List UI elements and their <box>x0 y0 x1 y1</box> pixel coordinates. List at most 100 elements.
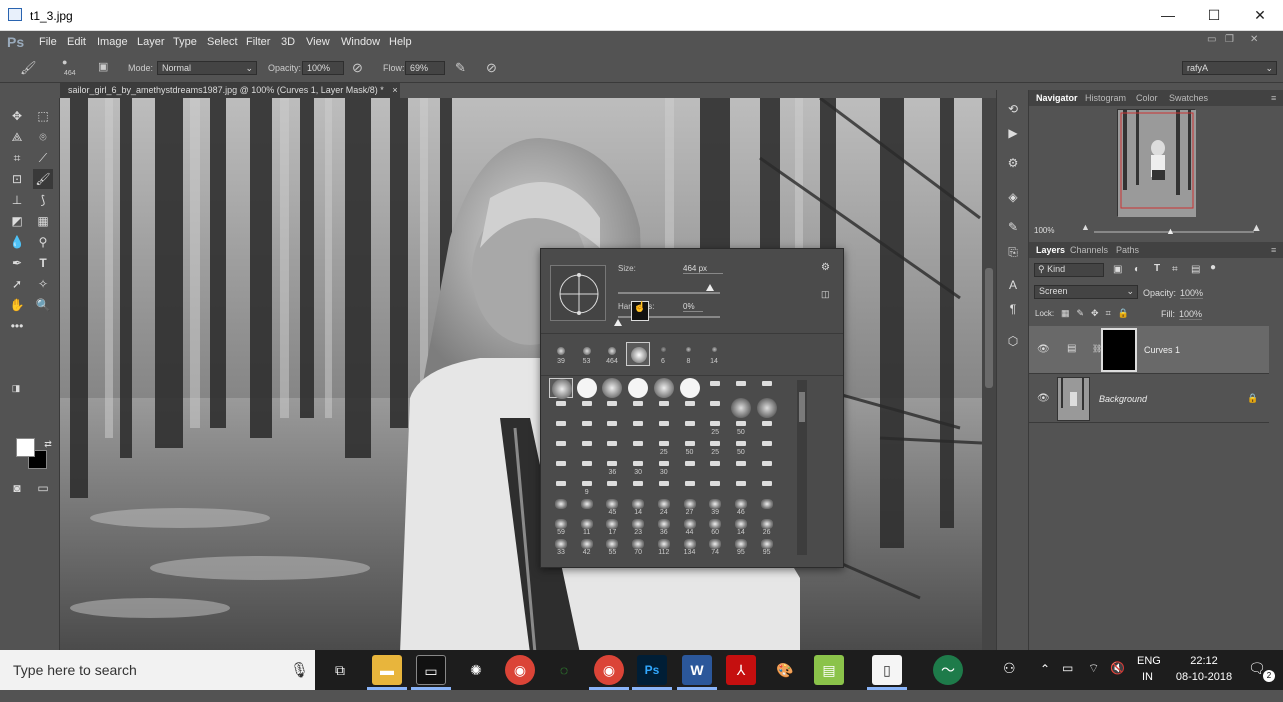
brush-tip[interactable]: 45 <box>600 498 624 518</box>
volume-mute-icon[interactable]: 🔇 <box>1110 661 1125 701</box>
minimize-button[interactable]: — <box>1145 0 1191 31</box>
filter-toggle-icon[interactable]: ● <box>1210 262 1216 273</box>
menu-layer[interactable]: Layer <box>137 36 165 48</box>
charts-app-icon[interactable]: ▤ <box>814 655 844 685</box>
eyedropper-tool-icon[interactable]: ⟋ <box>33 148 53 168</box>
brush-tool-icon-active[interactable]: 🖌 <box>33 169 53 189</box>
web-app-icon[interactable]: ✺ <box>461 655 491 685</box>
doc-close-icon[interactable]: ✕ <box>1250 34 1258 45</box>
opacity-input[interactable]: 100% <box>302 61 344 75</box>
brush-tip[interactable] <box>600 378 624 398</box>
brush-tip[interactable]: 36 <box>652 518 676 538</box>
brush-tool-icon[interactable]: 🖌 <box>20 60 37 76</box>
brush-tip[interactable] <box>575 378 599 398</box>
tab-color[interactable]: Color <box>1136 93 1158 103</box>
gear-icon[interactable]: ⚙ <box>821 262 830 273</box>
brush-tip[interactable] <box>549 398 573 418</box>
brush-tip[interactable] <box>549 458 573 478</box>
brush-tip[interactable] <box>652 398 676 418</box>
filter-adjust-icon[interactable]: ◐ <box>1134 264 1140 275</box>
sync-app-icon[interactable]: ◌ <box>549 655 579 685</box>
brush-tip[interactable]: 46 <box>729 498 753 518</box>
recent-brush-tip[interactable] <box>625 342 650 366</box>
doc-minimize-icon[interactable]: ▭ <box>1207 34 1216 45</box>
menu-filter[interactable]: Filter <box>246 36 270 48</box>
zoom-tool-icon[interactable]: 🔍 <box>33 295 53 315</box>
brush-tip[interactable] <box>678 478 702 498</box>
recent-brush-tip[interactable]: 464 <box>600 342 624 366</box>
brush-tip[interactable]: 59 <box>549 518 573 538</box>
hardness-slider-handle[interactable] <box>614 319 622 326</box>
brush-tip[interactable] <box>600 438 624 458</box>
monitor-app-icon[interactable]: 〜 <box>933 655 963 685</box>
brush-tip[interactable]: 42 <box>575 538 599 558</box>
visibility-icon[interactable]: 👁 <box>1037 344 1050 355</box>
panel-menu-icon[interactable]: ≡ <box>1271 93 1276 103</box>
eraser-tool-icon[interactable]: ◩ <box>7 211 27 231</box>
zoom-out-icon[interactable]: ▲ <box>1081 222 1090 232</box>
type-tool-icon[interactable]: T <box>33 253 53 273</box>
brush-tip[interactable] <box>626 478 650 498</box>
tray-expand-icon[interactable]: ⌃ <box>1040 662 1050 702</box>
actions-icon[interactable]: ▶ <box>1005 126 1021 142</box>
brush-tip[interactable]: 55 <box>600 538 624 558</box>
brush-tip[interactable]: 27 <box>678 498 702 518</box>
document-close-icon[interactable]: × <box>392 85 397 95</box>
brush-tip[interactable]: 23 <box>626 518 650 538</box>
3d-icon[interactable]: ⬡ <box>1005 334 1021 350</box>
gradient-tool-icon[interactable]: ▦ <box>33 211 53 231</box>
menu-window[interactable]: Window <box>341 36 380 48</box>
shape-tool-icon[interactable]: ✧ <box>33 274 53 294</box>
menu-view[interactable]: View <box>306 36 330 48</box>
path-select-icon[interactable]: ➚ <box>7 274 27 294</box>
zoom-slider-handle[interactable]: ▲ <box>1166 226 1175 236</box>
brush-list-scrollbar[interactable] <box>797 380 807 555</box>
brush-tip[interactable] <box>626 438 650 458</box>
brush-tip[interactable] <box>575 418 599 438</box>
microphone-icon[interactable]: 🎙 <box>290 661 309 679</box>
hand-tool-icon[interactable]: ✋ <box>7 295 27 315</box>
menu-select[interactable]: Select <box>207 36 238 48</box>
brush-tip[interactable]: 26 <box>755 518 779 538</box>
quick-mask-icon[interactable]: ◙ <box>7 478 27 498</box>
people-icon[interactable]: ⚇ <box>1003 660 1016 700</box>
brush-tip[interactable] <box>678 458 702 478</box>
scroll-thumb[interactable] <box>985 268 993 388</box>
brush-tip[interactable] <box>549 378 573 399</box>
blur-tool-icon[interactable]: 💧 <box>7 232 27 252</box>
dodge-tool-icon[interactable]: ⚲ <box>33 232 53 252</box>
pressure-size-icon[interactable]: ⊘ <box>486 60 497 76</box>
brush-tip[interactable]: 36 <box>600 458 624 478</box>
canvas-vertical-scrollbar[interactable] <box>982 98 996 653</box>
lock-icons[interactable]: ▦✎✥⌗🔒 <box>1061 308 1136 319</box>
doc-restore-icon[interactable]: ❐ <box>1225 34 1234 45</box>
layer-filter-kind[interactable]: ⚲ Kind <box>1034 263 1104 277</box>
tab-layers[interactable]: Layers <box>1036 245 1065 255</box>
size-slider-track[interactable] <box>618 292 720 294</box>
brush-tip[interactable]: 95 <box>755 538 779 558</box>
paint-icon[interactable]: 🎨 <box>770 655 800 685</box>
taskbar-search-box[interactable]: Type here to search 🎙 <box>0 650 315 690</box>
word-icon[interactable]: W <box>682 655 712 685</box>
tab-paths[interactable]: Paths <box>1116 245 1139 255</box>
brush-tip[interactable]: 25 <box>703 418 727 438</box>
brush-tip[interactable]: 25 <box>703 438 727 458</box>
tab-swatches[interactable]: Swatches <box>1169 93 1208 103</box>
brush-tip[interactable] <box>626 418 650 438</box>
brush-tip[interactable] <box>549 478 573 498</box>
brush-tip[interactable]: 74 <box>703 538 727 558</box>
paragraph-icon[interactable]: ¶ <box>1005 302 1021 318</box>
brush-tip[interactable]: 44 <box>678 518 702 538</box>
brush-tip[interactable] <box>755 398 779 418</box>
brush-tip[interactable]: 9 <box>575 478 599 498</box>
new-preset-icon[interactable]: ◫ <box>821 289 830 300</box>
brush-tip[interactable] <box>755 378 779 398</box>
brush-tip[interactable] <box>600 398 624 418</box>
brush-tip[interactable] <box>549 438 573 458</box>
move-tool-icon[interactable]: ✥ <box>7 106 27 126</box>
brush-tip[interactable] <box>549 418 573 438</box>
brush-tip[interactable] <box>678 378 702 398</box>
brush-tip[interactable] <box>755 478 779 498</box>
navigator-zoom[interactable]: 100% <box>1034 226 1054 235</box>
brush-tip[interactable]: 30 <box>626 458 650 478</box>
